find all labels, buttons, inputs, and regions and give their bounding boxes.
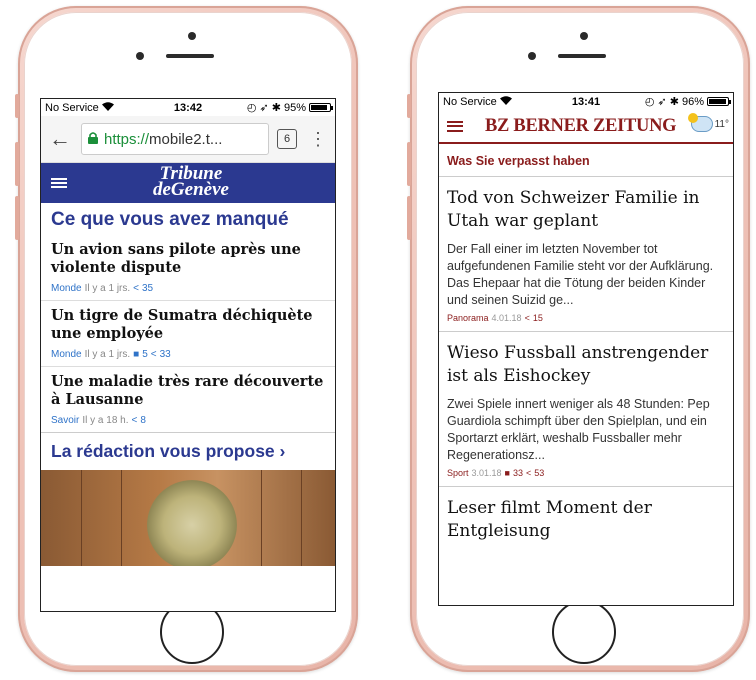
share-count: 35 — [142, 283, 154, 294]
comment-count: 33 — [512, 468, 523, 478]
site-logo[interactable]: BZ BERNER ZEITUNG — [485, 116, 677, 137]
site-logo[interactable]: Tribune deGenève — [153, 164, 229, 200]
battery-icon — [707, 97, 731, 106]
article-meta: Sport 3.01.18 ■ 33 < 53 — [447, 468, 725, 478]
article-category[interactable]: Panorama — [447, 313, 489, 323]
article-item[interactable]: Tod von Schweizer Familie in Utah war ge… — [439, 177, 733, 332]
hamburger-menu-icon[interactable] — [51, 178, 67, 188]
article-date: 3.01.18 — [471, 468, 502, 478]
status-bar: No Service 13:42 ◴ ➶ ✱ 95% — [41, 99, 335, 116]
article-meta: Monde Il y a 1 jrs. < 35 — [51, 283, 325, 294]
comment-icon: ■ — [133, 349, 140, 360]
article-date: 4.01.18 — [491, 313, 522, 323]
share-count: 15 — [532, 313, 543, 323]
article-category[interactable]: Monde — [51, 283, 82, 294]
un-emblem-image — [147, 480, 237, 566]
section-title: Was Sie verpasst haben — [439, 144, 733, 177]
site-header: Tribune deGenève — [41, 163, 335, 203]
volume-down-button — [407, 196, 411, 240]
proximity-sensor — [188, 32, 196, 40]
comment-icon: ■ — [504, 468, 510, 478]
section-title: Ce que vous avez manqué — [51, 209, 289, 230]
article-item[interactable]: Un tigre de Sumatra déchiquète une emplo… — [41, 301, 335, 367]
url-scheme: https:// — [104, 130, 150, 148]
right-screen: No Service 13:41 ◴ ➶ ✱ 96% BZ BERNER ZEI… — [438, 92, 734, 606]
weather-cloud-icon — [687, 113, 713, 132]
mute-switch — [407, 94, 411, 118]
mute-switch — [15, 94, 19, 118]
propose-section-title[interactable]: La rédaction vous propose › — [41, 432, 335, 470]
article-category[interactable]: Sport — [447, 468, 469, 478]
front-camera — [136, 52, 144, 60]
clock: 13:42 — [173, 101, 203, 114]
overflow-menu-icon[interactable]: ⋮ — [309, 130, 327, 148]
front-camera — [528, 52, 536, 60]
comment-count: 5 — [142, 349, 148, 360]
article-teaser[interactable]: Zwei Spiele innert weniger als 48 Stunde… — [447, 396, 725, 464]
article-item[interactable]: Leser filmt Moment der Entgleisung — [439, 487, 733, 559]
share-icon: < — [524, 313, 530, 323]
share-count: 8 — [140, 415, 146, 426]
share-icon: < — [133, 283, 139, 294]
article-title[interactable]: Un tigre de Sumatra déchiquète une emplo… — [51, 307, 325, 343]
tab-switcher-button[interactable]: 6 — [277, 129, 297, 149]
left-screen: No Service 13:42 ◴ ➶ ✱ 95% ← https:// mo… — [40, 98, 336, 612]
share-icon: < — [131, 415, 138, 426]
share-icon: < — [150, 349, 157, 360]
right-phone: No Service 13:41 ◴ ➶ ✱ 96% BZ BERNER ZEI… — [407, 6, 750, 672]
share-count: 33 — [159, 349, 171, 360]
article-title[interactable]: Leser filmt Moment der Entgleisung — [447, 497, 725, 543]
phone-face: No Service 13:42 ◴ ➶ ✱ 95% ← https:// mo… — [24, 12, 352, 666]
article-meta: Panorama 4.01.18 < 15 — [447, 313, 725, 323]
article-title[interactable]: Une maladie très rare découverte à Lausa… — [51, 373, 325, 409]
article-category[interactable]: Savoir — [51, 415, 79, 426]
hamburger-menu-icon[interactable] — [447, 120, 463, 132]
article-item[interactable]: Wieso Fussball anstrengender ist als Eis… — [439, 332, 733, 487]
earpiece-speaker — [166, 54, 214, 58]
earpiece-speaker — [558, 54, 606, 58]
article-time: Il y a 1 jrs. — [84, 349, 131, 360]
article-item[interactable]: Une maladie très rare découverte à Lausa… — [41, 367, 335, 432]
temperature: 11° — [714, 118, 729, 130]
article-title[interactable]: Tod von Schweizer Familie in Utah war ge… — [447, 187, 725, 233]
article-category[interactable]: Monde — [51, 349, 82, 360]
article-time: Il y a 18 h. — [82, 415, 129, 426]
weather-widget[interactable]: 11° — [687, 113, 729, 132]
status-bar: No Service 13:41 ◴ ➶ ✱ 96% — [439, 93, 733, 110]
url-host: mobile2.t... — [149, 130, 223, 148]
article-meta: Monde Il y a 1 jrs. ■ 5 < 33 — [51, 349, 325, 360]
address-bar[interactable]: https://mobile2.t... — [81, 123, 269, 155]
proximity-sensor — [580, 32, 588, 40]
share-count: 53 — [534, 468, 545, 478]
left-phone: No Service 13:42 ◴ ➶ ✱ 95% ← https:// mo… — [15, 6, 358, 672]
article-teaser[interactable]: Der Fall einer im letzten November tot a… — [447, 241, 725, 309]
volume-down-button — [15, 196, 19, 240]
article-title[interactable]: Wieso Fussball anstrengender ist als Eis… — [447, 342, 725, 388]
battery-icon — [309, 103, 333, 112]
logo-line-2: deGenève — [153, 179, 229, 200]
padlock-icon — [88, 131, 98, 147]
share-icon: < — [526, 468, 532, 478]
article-item[interactable]: Un avion sans pilote après une violente … — [41, 235, 335, 301]
back-arrow-icon[interactable]: ← — [49, 126, 73, 152]
browser-toolbar: ← https://mobile2.t... 6 ⋮ — [41, 116, 335, 163]
article-time: Il y a 1 jrs. — [84, 283, 131, 294]
article-thumbnail[interactable] — [41, 470, 335, 566]
site-header: BZ BERNER ZEITUNG 11° — [439, 110, 733, 144]
volume-up-button — [15, 142, 19, 186]
volume-up-button — [407, 142, 411, 186]
article-title[interactable]: Un avion sans pilote après une violente … — [51, 241, 325, 277]
phone-face: No Service 13:41 ◴ ➶ ✱ 96% BZ BERNER ZEI… — [416, 12, 744, 666]
article-meta: Savoir Il y a 18 h. < 8 — [51, 415, 325, 426]
clock: 13:41 — [571, 95, 601, 108]
home-button[interactable] — [552, 600, 616, 664]
